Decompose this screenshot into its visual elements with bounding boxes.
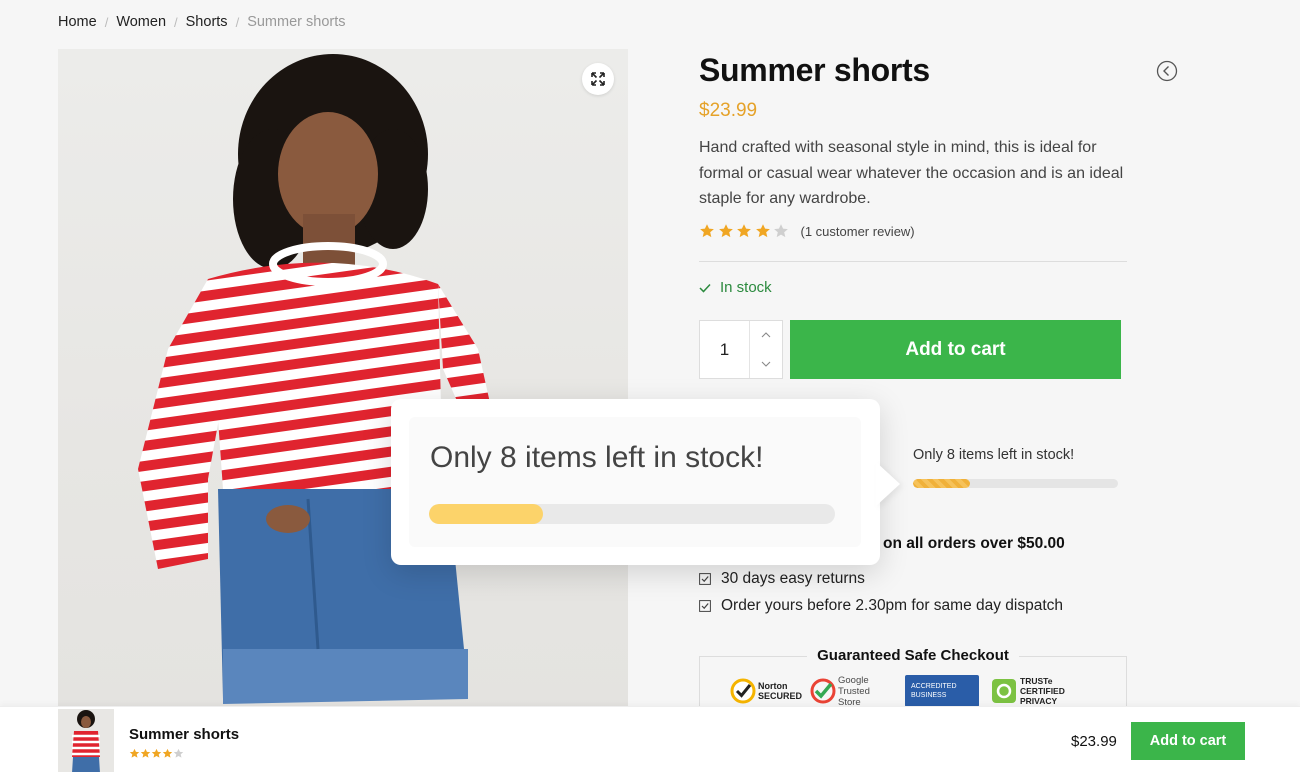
star-icon (151, 748, 162, 758)
stock-meter-label: Only 8 items left in stock! (913, 447, 1075, 463)
review-link[interactable]: (1 customer review) (801, 224, 915, 239)
safe-checkout-title: Guaranteed Safe Checkout (807, 647, 1019, 664)
star-icon (173, 748, 184, 758)
norton-badge-label: Norton SECURED (758, 681, 803, 701)
stock-popup-pointer (876, 462, 900, 506)
back-circle-icon[interactable] (1156, 60, 1178, 82)
product-gallery[interactable] (58, 49, 628, 709)
benefit-shipping: on all orders over $50.00 (883, 535, 1065, 552)
fullscreen-icon (591, 72, 605, 86)
rating-stars (699, 223, 791, 239)
bbb-badge-label: ACCREDITED BUSINESS (911, 683, 957, 699)
breadcrumb-current: Summer shorts (247, 14, 346, 30)
check-icon (699, 283, 711, 293)
stock-meter-fill (913, 479, 971, 488)
truste-badge: TRUSTe CERTIFIED PRIVACY (991, 675, 1090, 707)
product-title: Summer shorts (699, 52, 930, 88)
breadcrumb-separator: / (235, 14, 240, 30)
checkbox-icon (699, 600, 711, 612)
breadcrumb-separator: / (104, 14, 109, 30)
sticky-product-title: Summer shorts (129, 726, 240, 743)
bbb-badge: ACCREDITED BUSINESS (905, 675, 979, 707)
stock-popup-bar (429, 504, 835, 524)
chevron-up-icon (761, 332, 771, 338)
sticky-product-thumbnail (58, 709, 114, 772)
fullscreen-button[interactable] (582, 63, 614, 95)
google-check-icon (810, 678, 836, 704)
sticky-cart-bar: Summer shorts $23.99 Add to cart (0, 706, 1300, 772)
stock-popup: Only 8 items left in stock! (391, 399, 880, 565)
product-description: Hand crafted with seasonal style in mind… (699, 139, 1124, 207)
breadcrumb-home[interactable]: Home (58, 14, 97, 30)
star-icon (129, 748, 140, 758)
breadcrumb-shorts[interactable]: Shorts (186, 14, 228, 30)
star-icon (718, 224, 733, 238)
norton-check-icon (730, 678, 756, 704)
truste-icon (992, 679, 1016, 703)
star-icon (162, 748, 173, 758)
sticky-price: $23.99 (1071, 733, 1117, 750)
star-icon (737, 224, 751, 238)
star-icon (774, 224, 788, 238)
quantity-stepper[interactable]: 1 (699, 320, 783, 379)
norton-badge: Norton SECURED (730, 675, 803, 707)
add-to-cart-button[interactable]: Add to cart (790, 320, 1121, 379)
benefit-returns: 30 days easy returns (699, 570, 865, 588)
divider (699, 261, 1127, 262)
stock-status: In stock (699, 279, 772, 296)
quantity-input[interactable]: 1 (700, 321, 750, 378)
stock-popup-inner (409, 417, 861, 547)
star-icon (700, 224, 714, 238)
breadcrumb-separator: / (174, 14, 178, 30)
google-badge-label: Google Trusted Store (838, 674, 870, 708)
sticky-thumbnail-image (72, 710, 100, 772)
benefit-returns-label: 30 days easy returns (721, 570, 865, 587)
truste-badge-label: TRUSTe CERTIFIED PRIVACY (1020, 676, 1065, 706)
breadcrumb: Home / Women / Shorts / Summer shorts (58, 14, 346, 30)
benefit-dispatch-label: Order yours before 2.30pm for same day d… (721, 597, 1064, 614)
benefit-dispatch: Order yours before 2.30pm for same day d… (699, 597, 1063, 615)
google-badge: Google Trusted Store (810, 674, 893, 708)
product-rating: (1 customer review) (699, 223, 915, 239)
breadcrumb-women[interactable]: Women (116, 14, 166, 30)
stock-status-label: In stock (720, 279, 772, 296)
quantity-increase-button[interactable] (750, 321, 782, 350)
stock-popup-text: Only 8 items left in stock! (430, 441, 764, 474)
star-icon (755, 224, 770, 238)
product-photo (138, 54, 498, 704)
star-icon (140, 748, 151, 758)
chevron-down-icon (761, 361, 771, 367)
stock-meter-bar (913, 479, 1118, 488)
sticky-rating-stars (129, 748, 184, 759)
product-price: $23.99 (699, 100, 758, 121)
checkbox-icon (699, 573, 711, 585)
quantity-decrease-button[interactable] (750, 350, 782, 379)
sticky-add-to-cart-button[interactable]: Add to cart (1131, 722, 1245, 760)
stock-popup-fill (429, 504, 543, 524)
